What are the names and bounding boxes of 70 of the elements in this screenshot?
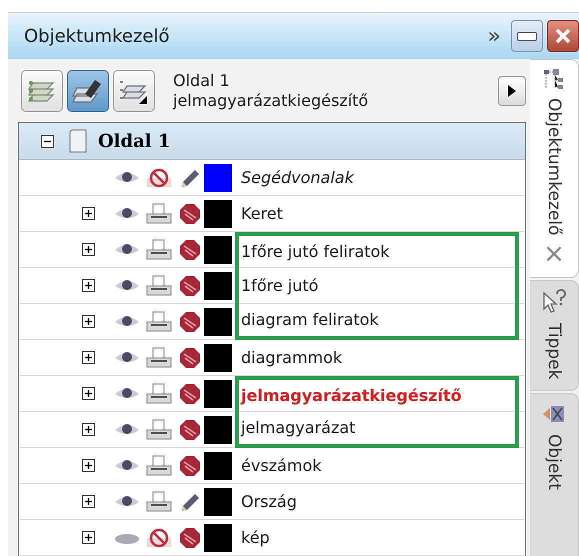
layer-color-swatch[interactable] — [204, 380, 232, 408]
lock-icon[interactable] — [178, 454, 202, 476]
expand-toggle[interactable] — [82, 207, 95, 220]
layer-color-swatch[interactable] — [204, 272, 232, 300]
lock-icon[interactable] — [178, 238, 202, 260]
minimize-button[interactable] — [511, 20, 543, 52]
side-tab-label: Objektumkezelő — [544, 98, 564, 236]
toolbar-button[interactable] — [113, 70, 155, 112]
printer-icon[interactable] — [146, 490, 172, 512]
expand-toggle[interactable] — [82, 351, 95, 364]
close-button[interactable] — [547, 20, 579, 52]
page-icon — [68, 129, 88, 153]
page-label[interactable]: Oldal 1 — [98, 130, 170, 152]
toolbar-button[interactable] — [67, 70, 109, 112]
layer-name[interactable]: kép — [239, 528, 270, 547]
side-tab[interactable]: Objekt — [530, 392, 579, 556]
lock-icon[interactable] — [178, 382, 202, 404]
collapse-toggle[interactable] — [41, 134, 54, 148]
layer-name[interactable]: Segédvonalak — [239, 168, 354, 187]
printer-icon[interactable] — [146, 310, 172, 332]
printer-icon[interactable] — [146, 418, 172, 440]
lock-icon[interactable] — [178, 274, 202, 296]
side-tab[interactable]: Tippek — [530, 280, 579, 391]
overflow-button[interactable]: » — [488, 24, 501, 48]
page-name: Oldal 1 — [173, 70, 231, 90]
flyout-menu-button[interactable] — [498, 76, 526, 106]
expand-toggle[interactable] — [82, 423, 95, 436]
layer-color-swatch[interactable] — [204, 200, 232, 228]
side-tab[interactable]: Objektumkezelő × — [530, 59, 579, 278]
object-tree-icon — [543, 68, 565, 90]
expand-toggle[interactable] — [82, 387, 95, 400]
lock-icon[interactable] — [178, 310, 202, 332]
expand-toggle[interactable] — [82, 531, 95, 544]
printer-icon[interactable] — [146, 202, 172, 224]
layer-color-swatch[interactable] — [204, 524, 232, 552]
side-tab-label: Tippek — [544, 323, 564, 380]
printer-icon[interactable] — [146, 238, 172, 260]
active-layer-name: jelmagyarázatkiegészítő — [173, 90, 370, 110]
printer-icon[interactable] — [146, 454, 172, 476]
expand-toggle[interactable] — [82, 315, 95, 328]
panel-title: Objektumkezelő — [23, 26, 170, 46]
layer-name[interactable]: diagrammok — [239, 348, 342, 367]
layer-color-swatch[interactable] — [204, 236, 232, 264]
lock-icon[interactable] — [178, 526, 202, 548]
layer-name[interactable]: Ország — [239, 492, 297, 511]
help-pointer-icon — [542, 289, 566, 316]
expand-toggle[interactable] — [82, 459, 95, 472]
layer-name[interactable]: évszámok — [239, 456, 322, 475]
printer-icon[interactable] — [146, 382, 172, 404]
lock-icon[interactable] — [178, 418, 202, 440]
layer-color-swatch[interactable] — [204, 308, 232, 336]
side-tab-label: Objekt — [544, 434, 564, 490]
layer-name[interactable]: 1főre jutó — [239, 276, 318, 295]
expand-toggle[interactable] — [82, 243, 95, 256]
layer-color-swatch[interactable] — [204, 164, 232, 192]
no-print-icon[interactable] — [146, 166, 172, 188]
no-print-icon[interactable] — [146, 526, 172, 548]
layer-name[interactable]: Keret — [239, 204, 283, 223]
printer-icon[interactable] — [146, 274, 172, 296]
expand-toggle[interactable] — [82, 495, 95, 508]
layer-color-swatch[interactable] — [204, 488, 232, 516]
printer-icon[interactable] — [146, 346, 172, 368]
layer-color-swatch[interactable] — [204, 344, 232, 372]
lock-icon[interactable] — [178, 346, 202, 368]
lock-icon[interactable] — [178, 202, 202, 224]
close-tab-button[interactable]: × — [543, 241, 565, 268]
play-icon — [507, 84, 517, 98]
expand-toggle[interactable] — [82, 279, 95, 292]
layer-color-swatch[interactable] — [204, 416, 232, 444]
layer-color-swatch[interactable] — [204, 452, 232, 480]
